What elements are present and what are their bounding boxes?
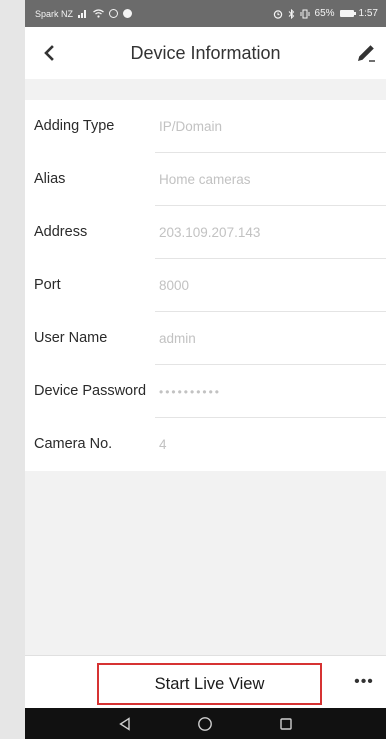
app-header: Device Information: [25, 27, 386, 79]
nav-home-button[interactable]: [190, 712, 220, 736]
password-label: Device Password: [34, 383, 147, 399]
camera-no-label: Camera No.: [34, 436, 113, 452]
camera-no-value: 4: [159, 437, 167, 452]
form-row-user-name: User Name admin: [25, 312, 386, 365]
chevron-left-icon: [44, 45, 54, 61]
notification-icon: [123, 9, 133, 18]
pencil-icon: [358, 45, 375, 62]
bluetooth-icon: [288, 8, 294, 19]
back-button[interactable]: [33, 37, 65, 69]
nav-back-button[interactable]: [110, 712, 140, 736]
device-info-form: Adding Type IP/Domain Alias Home cameras…: [25, 100, 386, 471]
alias-field[interactable]: Home cameras: [155, 172, 251, 187]
square-recents-icon: [280, 717, 292, 730]
more-options-button[interactable]: •••: [352, 670, 376, 694]
phone-screen: Spark NZ 65% 1:57 Device Information Add…: [25, 0, 386, 739]
status-bar: Spark NZ 65% 1:57: [25, 0, 386, 27]
carrier-label: Spark NZ: [35, 8, 74, 19]
battery-percent: 65%: [314, 8, 335, 19]
form-row-camera-no: Camera No. 4: [25, 418, 386, 471]
adding-type-label: Adding Type: [34, 118, 115, 134]
vibrate-icon: [300, 9, 310, 18]
sync-icon: [109, 9, 119, 18]
form-row-port: Port 8000: [25, 259, 386, 312]
triangle-back-icon: [119, 716, 130, 731]
form-row-address: Address 203.109.207.143: [25, 206, 386, 259]
wifi-icon: [93, 9, 104, 18]
port-field[interactable]: 8000: [155, 278, 189, 293]
form-row-adding-type: Adding Type IP/Domain: [25, 100, 386, 153]
alias-label: Alias: [34, 171, 66, 187]
clock-time: 1:57: [358, 8, 378, 19]
system-nav-bar: [25, 708, 386, 739]
port-label: Port: [34, 277, 61, 293]
circle-home-icon: [198, 716, 213, 731]
address-field[interactable]: 203.109.207.143: [155, 225, 260, 240]
user-name-field[interactable]: admin: [155, 331, 196, 346]
edit-button[interactable]: [350, 37, 382, 69]
nav-recents-button[interactable]: [271, 712, 301, 736]
signal-icon: [78, 9, 88, 18]
battery-icon: [339, 10, 356, 17]
password-field[interactable]: ••••••••••: [155, 385, 221, 399]
status-left: Spark NZ: [35, 8, 133, 19]
adding-type-value[interactable]: IP/Domain: [155, 119, 222, 134]
form-row-password: Device Password ••••••••••: [25, 365, 386, 418]
user-name-label: User Name: [34, 330, 108, 346]
address-label: Address: [34, 224, 88, 240]
bottom-action-bar: Start Live View •••: [25, 655, 386, 708]
alarm-icon: [273, 9, 282, 19]
start-live-view-button[interactable]: Start Live View: [97, 663, 322, 705]
page-title: Device Information: [130, 42, 281, 63]
form-row-alias: Alias Home cameras: [25, 153, 386, 206]
status-right: 65% 1:57: [273, 8, 378, 19]
